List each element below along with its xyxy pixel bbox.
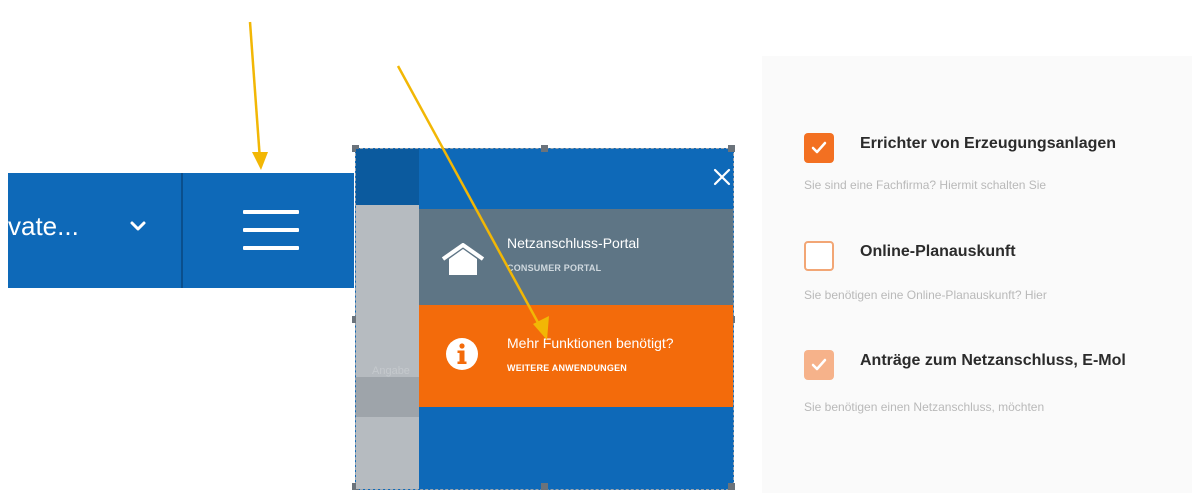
option-description: Sie benötigen einen Netzanschluss, möcht… [804, 400, 1045, 414]
menu-left-header [356, 149, 419, 205]
annotation-arrow [248, 21, 268, 170]
screenshot-root: vate... Angabe Netzanschluss-Portal CONS… [0, 0, 1192, 493]
home-icon [441, 243, 485, 275]
close-icon[interactable] [712, 167, 732, 187]
option-title: Online-Planauskunft [860, 243, 1016, 260]
info-icon [446, 338, 478, 370]
option-description: Sie benötigen eine Online-Planauskunft? … [804, 288, 1047, 302]
menu-left-divider [356, 377, 419, 417]
user-select-label: vate... [8, 211, 79, 241]
portal-subtitle: CONSUMER PORTAL [507, 263, 602, 273]
checkbox-unchecked[interactable] [804, 241, 834, 271]
checkmark-icon [811, 358, 827, 371]
option-title: Errichter von Erzeugungsanlagen [860, 135, 1117, 152]
hamburger-menu-icon[interactable] [243, 210, 299, 250]
more-functions-subtitle: WEITERE ANWENDUNGEN [507, 363, 627, 373]
portal-title: Netzanschluss-Portal [507, 235, 640, 251]
checkbox-checked-disabled[interactable] [804, 350, 834, 380]
resize-handle [541, 483, 548, 490]
checkbox-checked[interactable] [804, 133, 834, 163]
header-divider [181, 173, 183, 288]
option-description: Sie sind eine Fachfirma? Hiermit schalte… [804, 178, 1047, 192]
option-title: Anträge zum Netzanschluss, E-Mol [860, 352, 1126, 369]
resize-handle [541, 145, 548, 152]
menu-item-more-functions[interactable]: Mehr Funktionen benötigt? WEITERE ANWEND… [419, 305, 733, 407]
resize-handle [728, 145, 735, 152]
resize-handle [728, 483, 735, 490]
checkmark-icon [811, 141, 827, 154]
mobile-menu-panel: Angabe Netzanschluss-Portal CONSUMER POR… [352, 145, 735, 490]
header-bar: vate... [8, 173, 354, 288]
chevron-down-icon [130, 221, 146, 231]
options-panel: Errichter von Erzeugungsanlagen Sie sind… [762, 56, 1192, 493]
menu-left-column [356, 205, 419, 489]
menu-item-netzanschluss-portal[interactable]: Netzanschluss-Portal CONSUMER PORTAL [419, 209, 733, 305]
faded-background-label: Angabe [372, 365, 410, 377]
user-select-dropdown[interactable]: vate... [8, 173, 181, 288]
more-functions-title: Mehr Funktionen benötigt? [507, 335, 674, 351]
